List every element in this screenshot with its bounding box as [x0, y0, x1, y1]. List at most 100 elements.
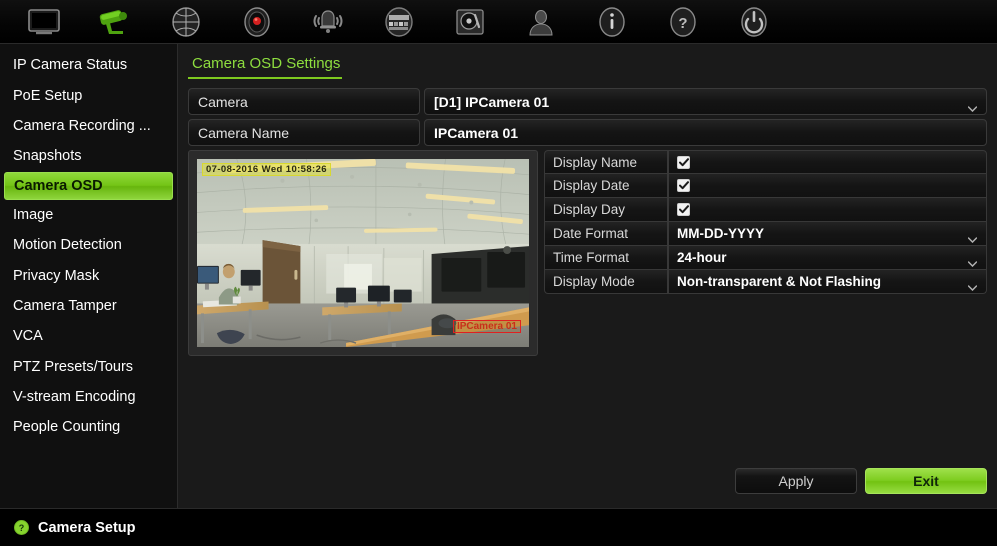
- camera-select-dropdown[interactable]: [D1] IPCamera 01: [424, 88, 987, 115]
- toolbar-info-button[interactable]: [576, 0, 647, 44]
- display-mode-dropdown[interactable]: Non-transparent & Not Flashing: [668, 270, 987, 294]
- sidebar-item-label: Camera Tamper: [13, 297, 117, 314]
- sidebar-item-poe-setup[interactable]: PoE Setup: [0, 80, 177, 110]
- setting-row-display-name: Display Name: [544, 150, 987, 174]
- sidebar-item-motion-detection[interactable]: Motion Detection: [0, 230, 177, 260]
- chevron-down-icon: [967, 279, 978, 291]
- user-icon: [526, 7, 556, 37]
- display-date-label: Display Date: [544, 174, 668, 198]
- sidebar-item-v-stream-encoding[interactable]: V-stream Encoding: [0, 382, 177, 412]
- camera-select-row: Camera [D1] IPCamera 01: [188, 88, 987, 115]
- sidebar-item-ip-camera-status[interactable]: IP Camera Status: [0, 50, 177, 80]
- main-toolbar: ?: [0, 0, 997, 44]
- power-icon: [738, 6, 770, 37]
- help-icon: ?: [667, 6, 699, 37]
- toolbar-alarm-button[interactable]: [292, 0, 363, 44]
- setting-row-display-date: Display Date: [544, 174, 987, 198]
- setting-row-display-day: Display Day: [544, 198, 987, 222]
- display-date-checkbox-cell[interactable]: [668, 174, 987, 198]
- main-panel: Camera OSD Settings Camera [D1] IPCamera…: [178, 44, 997, 508]
- monitor-icon: [27, 8, 61, 36]
- time-format-dropdown[interactable]: 24-hour: [668, 246, 987, 270]
- page-title: Camera OSD Settings: [188, 52, 343, 79]
- date-format-dropdown[interactable]: MM-DD-YYYY: [668, 222, 987, 246]
- date-format-label: Date Format: [544, 222, 668, 246]
- video-preview[interactable]: 07-08-2016 Wed 10:58:26 IPCamera 01: [197, 159, 529, 347]
- toolbar-monitor-button[interactable]: [8, 0, 79, 44]
- osd-timestamp-overlay[interactable]: 07-08-2016 Wed 10:58:26: [202, 163, 331, 176]
- sidebar-item-label: PoE Setup: [13, 87, 83, 104]
- display-mode-value: Non-transparent & Not Flashing: [677, 274, 882, 289]
- hdd-icon: [454, 7, 486, 37]
- setting-row-display-mode: Display Mode Non-transparent & Not Flash…: [544, 270, 987, 294]
- sidebar-item-privacy-mask[interactable]: Privacy Mask: [0, 260, 177, 290]
- camera-icon: [95, 7, 135, 37]
- checkbox-icon[interactable]: [677, 203, 690, 216]
- camera-select-label: Camera: [188, 88, 420, 115]
- sidebar-item-label: Snapshots: [13, 148, 82, 165]
- toolbar-camera-button[interactable]: [79, 0, 150, 44]
- toolbar-help-button[interactable]: ?: [647, 0, 718, 44]
- svg-text:?: ?: [678, 15, 687, 32]
- time-format-label: Time Format: [544, 246, 668, 270]
- sidebar-item-label: People Counting: [13, 419, 121, 436]
- sidebar-item-label: VCA: [13, 328, 43, 345]
- nvr-app-window: ? IP Camera Status PoE Setup Camera Reco…: [0, 0, 997, 546]
- sidebar-item-label: Image: [13, 206, 54, 223]
- chevron-down-icon: [967, 231, 978, 243]
- record-icon: [241, 6, 273, 37]
- sidebar-item-image[interactable]: Image: [0, 200, 177, 230]
- osd-settings-table: Display Name Display Date Display Day Da…: [544, 150, 987, 356]
- toolbar-power-button[interactable]: [718, 0, 789, 44]
- time-format-value: 24-hour: [677, 250, 727, 265]
- camera-name-label: Camera Name: [188, 119, 420, 146]
- sidebar-item-label: Camera OSD: [14, 177, 103, 194]
- toolbar-user-button[interactable]: [505, 0, 576, 44]
- sidebar-item-snapshots[interactable]: Snapshots: [0, 141, 177, 171]
- display-name-label: Display Name: [544, 150, 668, 174]
- sidebar-item-people-counting[interactable]: People Counting: [0, 412, 177, 442]
- checkbox-icon[interactable]: [677, 155, 690, 169]
- sidebar-item-label: Privacy Mask: [13, 267, 100, 284]
- network-globe-icon: [168, 6, 204, 37]
- content-area: IP Camera Status PoE Setup Camera Record…: [0, 44, 997, 508]
- toolbar-storage-button[interactable]: [363, 0, 434, 44]
- toolbar-network-button[interactable]: [150, 0, 221, 44]
- video-preview-frame: 07-08-2016 Wed 10:58:26 IPCamera 01: [188, 150, 538, 356]
- status-bar: ? Camera Setup: [0, 508, 997, 546]
- sidebar-item-label: PTZ Presets/Tours: [13, 358, 134, 375]
- sidebar-item-ptz-presets-tours[interactable]: PTZ Presets/Tours: [0, 352, 177, 382]
- sidebar-item-label: V-stream Encoding: [13, 389, 136, 406]
- setting-row-time-format: Time Format 24-hour: [544, 246, 987, 270]
- toolbar-record-button[interactable]: [221, 0, 292, 44]
- info-icon: [596, 6, 628, 37]
- sidebar-item-camera-recording[interactable]: Camera Recording ...: [0, 111, 177, 141]
- sidebar-item-camera-tamper[interactable]: Camera Tamper: [0, 291, 177, 321]
- sidebar-nav: IP Camera Status PoE Setup Camera Record…: [0, 44, 178, 508]
- sidebar-item-vca[interactable]: VCA: [0, 321, 177, 351]
- help-circle-icon[interactable]: ?: [14, 520, 29, 535]
- storage-icon: [381, 6, 417, 37]
- display-day-label: Display Day: [544, 198, 668, 222]
- display-mode-label: Display Mode: [544, 270, 668, 294]
- camera-name-row: Camera Name IPCamera 01: [188, 119, 987, 146]
- chevron-down-icon: [967, 99, 978, 112]
- camera-name-input[interactable]: IPCamera 01: [424, 119, 987, 146]
- display-name-checkbox-cell[interactable]: [668, 150, 987, 174]
- osd-camera-name-overlay[interactable]: IPCamera 01: [452, 320, 521, 333]
- preview-and-settings: 07-08-2016 Wed 10:58:26 IPCamera 01 Disp…: [188, 150, 987, 356]
- display-day-checkbox-cell[interactable]: [668, 198, 987, 222]
- svg-text:?: ?: [19, 523, 25, 533]
- sidebar-item-camera-osd[interactable]: Camera OSD: [4, 171, 173, 200]
- sidebar-item-label: Camera Recording ...: [13, 117, 151, 134]
- setting-row-date-format: Date Format MM-DD-YYYY: [544, 222, 987, 246]
- action-buttons: Apply Exit: [735, 468, 987, 494]
- alarm-bell-icon: [308, 7, 348, 37]
- toolbar-hdd-button[interactable]: [434, 0, 505, 44]
- office-scene-image: [197, 159, 529, 347]
- apply-button[interactable]: Apply: [735, 468, 857, 494]
- checkbox-icon[interactable]: [677, 179, 690, 192]
- sidebar-item-label: IP Camera Status: [13, 57, 128, 74]
- exit-button[interactable]: Exit: [865, 468, 987, 494]
- date-format-value: MM-DD-YYYY: [677, 226, 764, 241]
